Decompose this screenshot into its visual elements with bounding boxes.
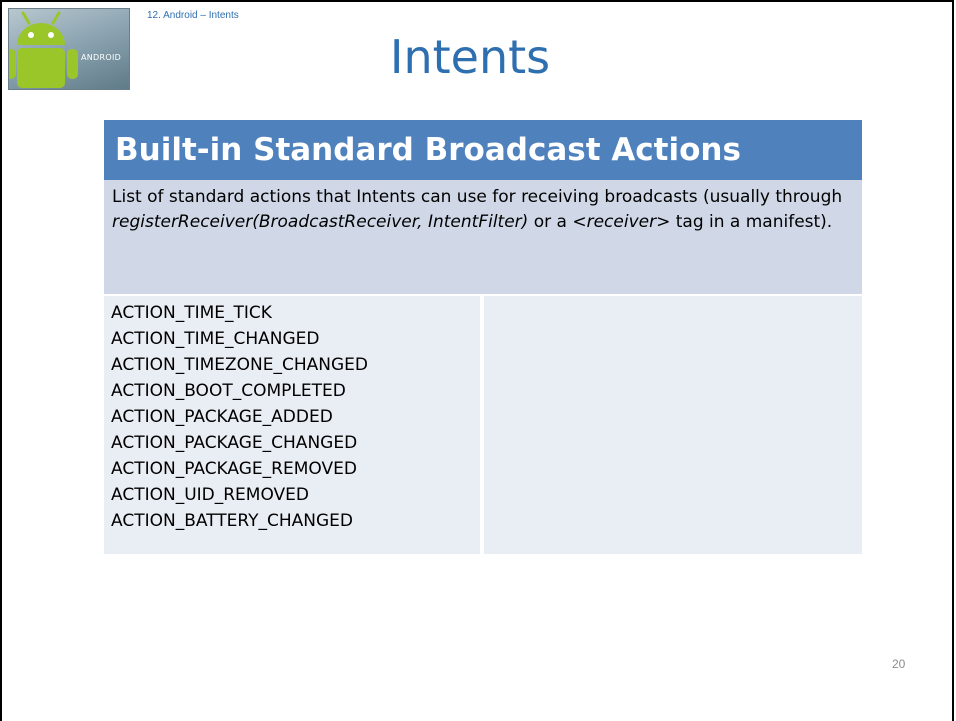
description-text: tag in a manifest). xyxy=(670,212,833,232)
list-item: ACTION_TIME_CHANGED xyxy=(111,329,320,349)
list-item: ACTION_TIME_TICK xyxy=(111,303,272,323)
page-number: 20 xyxy=(892,657,906,671)
breadcrumb: 12. Android – Intents xyxy=(147,10,239,21)
description-box: List of standard actions that Intents ca… xyxy=(104,180,862,294)
list-item: ACTION_UID_REMOVED xyxy=(111,485,310,505)
list-item: ACTION_BOOT_COMPLETED xyxy=(111,381,346,401)
description-code-receiver-tag: <receiver> xyxy=(572,212,671,232)
description-text: or a xyxy=(528,212,573,232)
list-item: ACTION_PACKAGE_ADDED xyxy=(111,407,333,427)
description-code-register-receiver: registerReceiver(BroadcastReceiver, Inte… xyxy=(112,212,529,232)
section-header-text: Built-in Standard Broadcast Actions xyxy=(115,132,741,168)
list-item: ACTION_TIMEZONE_CHANGED xyxy=(111,355,368,375)
list-item: ACTION_PACKAGE_REMOVED xyxy=(111,459,357,479)
section-header: Built-in Standard Broadcast Actions xyxy=(104,120,862,180)
list-item: ACTION_BATTERY_CHANGED xyxy=(111,511,353,531)
page-title: Intents xyxy=(389,30,551,84)
description-text: List of standard actions that Intents ca… xyxy=(112,187,843,207)
actions-list: ACTION_TIME_TICK ACTION_TIME_CHANGED ACT… xyxy=(104,296,480,554)
list-item: ACTION_PACKAGE_CHANGED xyxy=(111,433,358,453)
empty-table-cell xyxy=(484,296,862,554)
